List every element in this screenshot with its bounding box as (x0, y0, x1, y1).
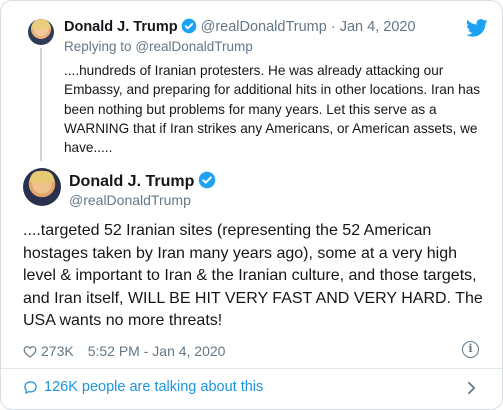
twitter-bird-icon[interactable] (466, 19, 488, 37)
parent-avatar[interactable] (28, 19, 54, 45)
author-name[interactable]: Donald J. Trump (69, 173, 194, 190)
conversation-count-text[interactable]: 126K people are talking about this (44, 379, 263, 395)
parent-tweet-text: ....hundreds of Iranian protesters. He w… (64, 63, 481, 156)
verified-badge-icon (181, 18, 196, 34)
replying-to-line: Replying to @realDonaldTrump (64, 39, 253, 54)
parent-author-name[interactable]: Donald J. Trump (64, 19, 178, 35)
replying-to-prefix: Replying to (64, 39, 132, 54)
speech-bubble-icon (24, 380, 37, 394)
replying-to-mention[interactable]: @realDonaldTrump (135, 39, 253, 54)
header-separator: · (330, 19, 336, 35)
author-handle[interactable]: @realDonaldTrump (69, 192, 191, 208)
parent-author-handle[interactable]: @realDonaldTrump (201, 19, 327, 35)
author-name-row[interactable]: Donald J. Trump (69, 171, 216, 191)
parent-header: Donald J. Trump @realDonaldTrump · Jan 4… (64, 18, 416, 35)
tweet-text: ....targeted 52 Iranian sites (represent… (23, 222, 483, 330)
embedded-tweet-card: Donald J. Trump @realDonaldTrump · Jan 4… (0, 0, 503, 410)
thread-connector-line (40, 48, 42, 161)
tweet-meta-row: 273K 5:52 PM - Jan 4, 2020 (23, 343, 225, 359)
like-count[interactable]: 273K (41, 343, 74, 359)
parent-date[interactable]: Jan 4, 2020 (340, 19, 416, 35)
conversation-link[interactable]: 126K people are talking about this (23, 379, 263, 395)
divider (1, 368, 502, 369)
author-avatar[interactable] (23, 168, 61, 206)
chevron-right-icon[interactable] (467, 381, 476, 395)
heart-icon[interactable] (23, 345, 37, 358)
info-icon[interactable]: i (462, 341, 479, 358)
tweet-timestamp[interactable]: 5:52 PM - Jan 4, 2020 (88, 343, 226, 359)
verified-badge-icon (199, 171, 216, 189)
